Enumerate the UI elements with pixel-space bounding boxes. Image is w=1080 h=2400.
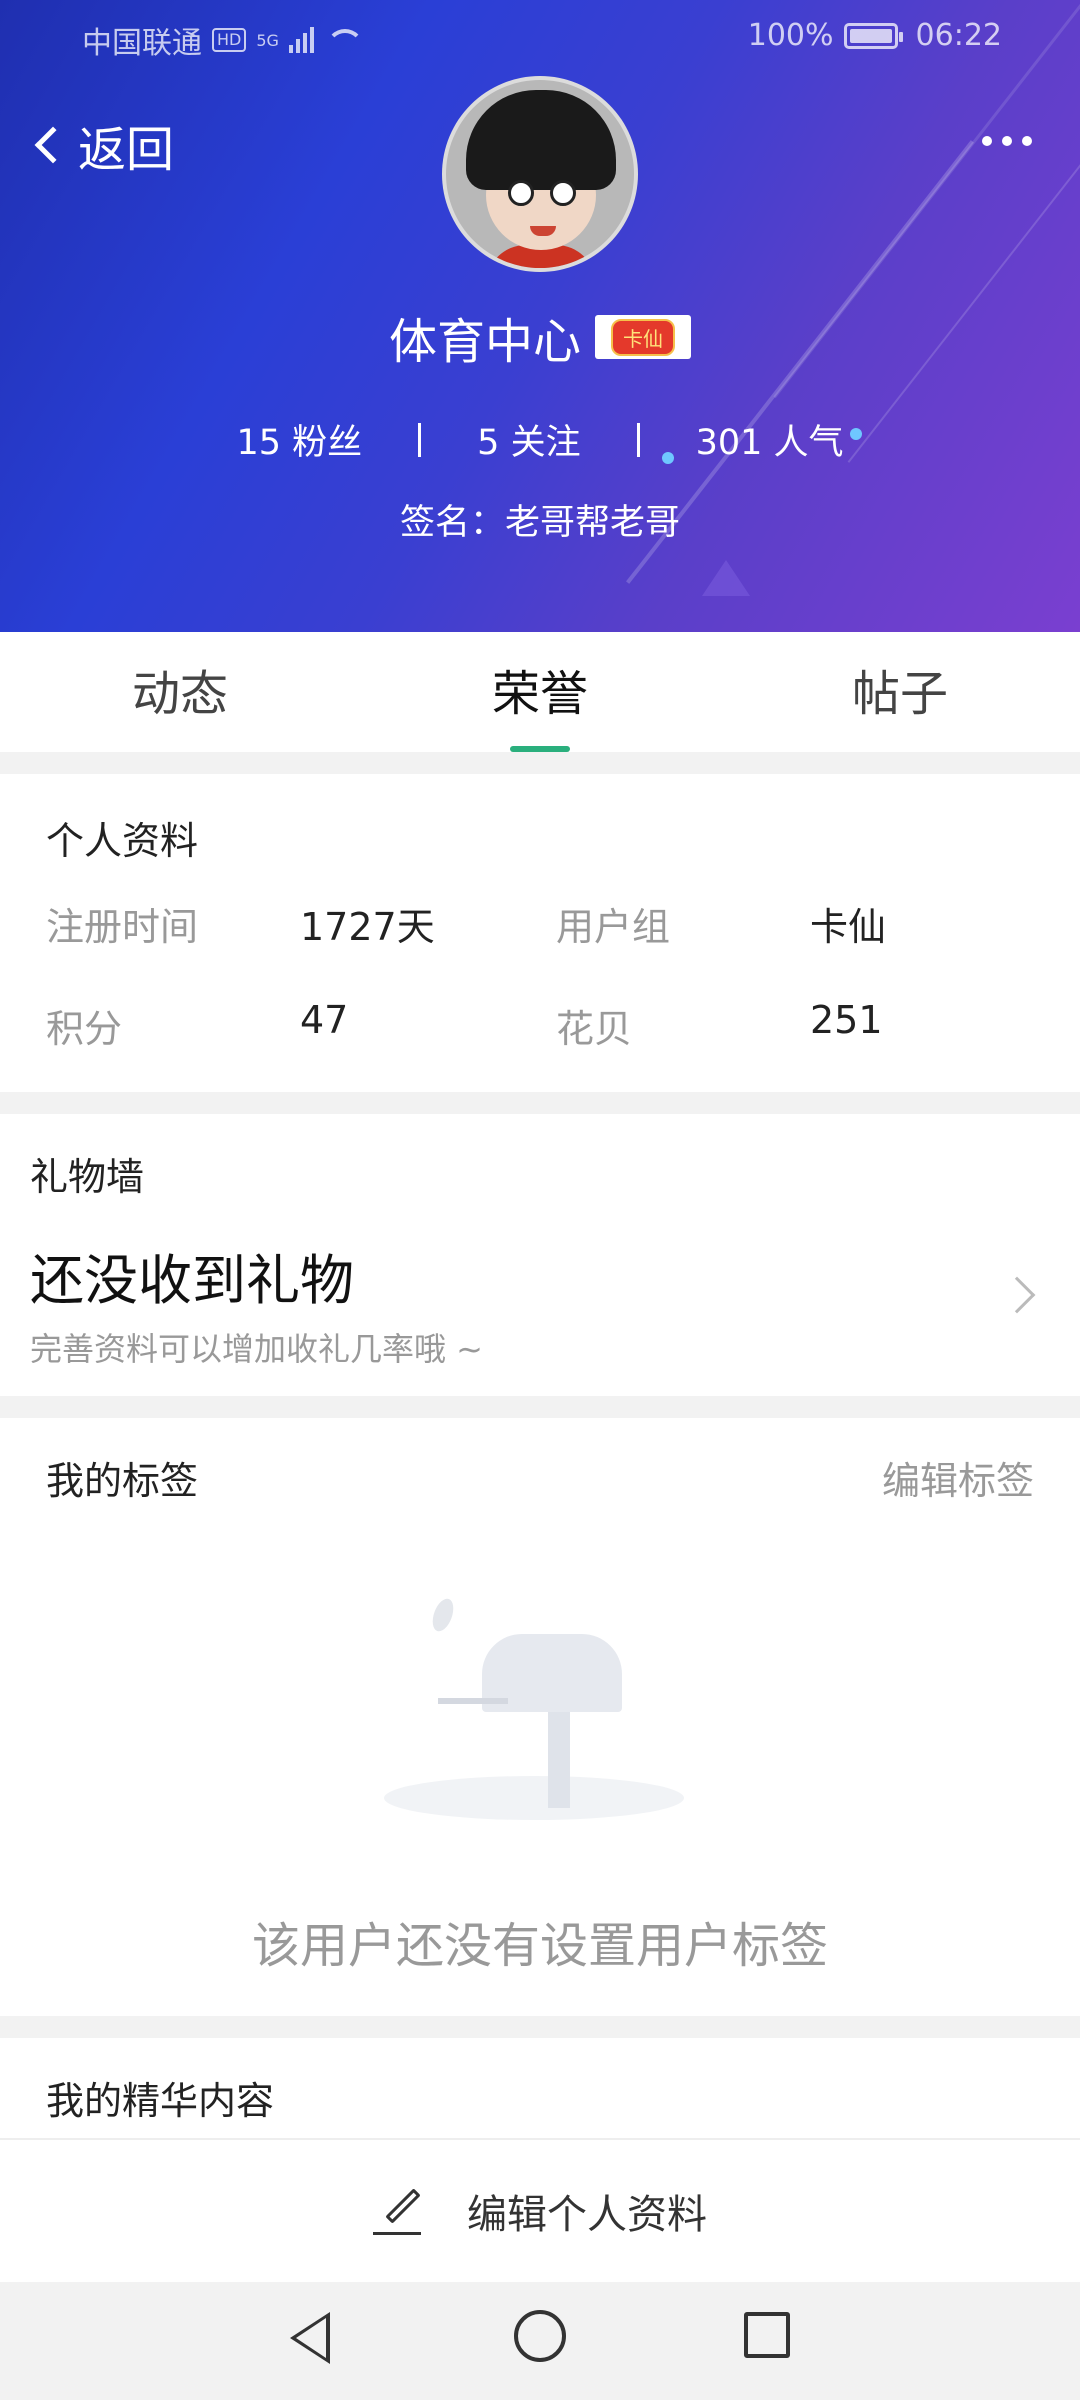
status-bar: 中国联通 HD 5G 100% 06:22	[0, 0, 1080, 76]
field-value: 251	[810, 998, 883, 1042]
back-label: 返回	[78, 122, 175, 178]
stat-label: 人气	[773, 423, 844, 463]
profile-card: 个人资料 注册时间 1727天 用户组 卡仙 积分 47 花贝 251	[0, 774, 1080, 1092]
tags-card: 我的标签 编辑标签 该用户还没有设置用户标签	[0, 1418, 1080, 2016]
field-label: 用户组	[556, 905, 671, 949]
field-value: 47	[300, 998, 349, 1042]
battery-icon	[843, 22, 903, 49]
network-type: 5G	[256, 30, 279, 50]
section-title: 我的精华内容	[46, 2079, 275, 2123]
more-dot-icon	[1002, 136, 1012, 146]
edit-tags-button[interactable]: 编辑标签	[882, 1450, 1034, 1505]
nav-home-icon[interactable]	[514, 2310, 566, 2362]
empty-mailbox-icon	[378, 1588, 698, 1828]
gift-wall-card[interactable]: 礼物墙 还没收到礼物 完善资料可以增加收礼几率哦 ~	[0, 1114, 1080, 1396]
clock: 06:22	[915, 18, 1002, 53]
hd-icon: HD	[212, 28, 247, 52]
section-title: 个人资料	[46, 819, 199, 863]
tab-activity[interactable]: 动态	[0, 632, 360, 752]
signature: 签名：老哥帮老哥	[0, 494, 1080, 545]
essence-card: 我的精华内容	[0, 2038, 1080, 2138]
pencil-icon	[373, 2187, 421, 2235]
profile-header: 中国联通 HD 5G 100% 06:22 返回 体育中心 卡仙 15 粉丝 5	[0, 0, 1080, 632]
avatar[interactable]	[442, 76, 638, 272]
stat-popularity: 301 人气	[640, 414, 900, 465]
username-row: 体育中心 卡仙	[0, 302, 1080, 372]
more-dot-icon	[1022, 136, 1032, 146]
field-label: 花贝	[556, 1007, 633, 1051]
edit-profile-button[interactable]: 编辑个人资料	[0, 2138, 1080, 2282]
stat-label: 粉丝	[292, 423, 363, 463]
back-button[interactable]: 返回	[30, 110, 174, 180]
gift-hint: 完善资料可以增加收礼几率哦 ~	[30, 1330, 483, 1368]
stat-following[interactable]: 5 关注	[421, 414, 636, 465]
nav-back-icon[interactable]	[290, 2312, 330, 2364]
more-dot-icon	[982, 136, 992, 146]
carrier-name: 中国联通	[82, 26, 202, 61]
more-button[interactable]	[982, 136, 1032, 146]
username: 体育中心	[388, 314, 581, 370]
system-nav-bar	[0, 2282, 1080, 2400]
signal-icon	[288, 27, 314, 53]
stat-value: 15	[236, 423, 281, 463]
tags-empty-text: 该用户还没有设置用户标签	[251, 1918, 828, 1974]
section-title: 礼物墙	[30, 1155, 145, 1199]
wifi-icon	[324, 27, 364, 53]
chevron-right-icon	[998, 1276, 1036, 1314]
stat-label: 关注	[510, 423, 581, 463]
signature-text: 老哥帮老哥	[505, 503, 681, 543]
nav-recent-apps-icon[interactable]	[744, 2312, 790, 2358]
field-value: 卡仙	[810, 905, 887, 949]
stat-value: 301	[695, 423, 763, 463]
field-label: 注册时间	[46, 905, 199, 949]
field-label: 积分	[46, 1007, 123, 1051]
field-value: 1727天	[300, 905, 435, 949]
edit-profile-label: 编辑个人资料	[467, 2192, 707, 2238]
signature-label: 签名：	[399, 503, 505, 543]
header-decoration	[702, 560, 750, 596]
chevron-left-icon	[34, 126, 72, 164]
section-title: 我的标签	[46, 1459, 199, 1503]
user-group-badge[interactable]: 卡仙	[595, 315, 691, 359]
profile-tabs: 动态 荣誉 帖子	[0, 632, 1080, 752]
stat-value: 5	[477, 423, 500, 463]
tab-honors[interactable]: 荣誉	[360, 632, 720, 752]
stats-row: 15 粉丝 5 关注 301 人气	[0, 414, 1080, 465]
badge-label: 卡仙	[611, 318, 675, 356]
stat-followers[interactable]: 15 粉丝	[180, 414, 418, 465]
tab-posts[interactable]: 帖子	[720, 632, 1080, 752]
battery-percent: 100%	[747, 18, 834, 53]
gift-empty-title: 还没收到礼物	[30, 1249, 354, 1312]
